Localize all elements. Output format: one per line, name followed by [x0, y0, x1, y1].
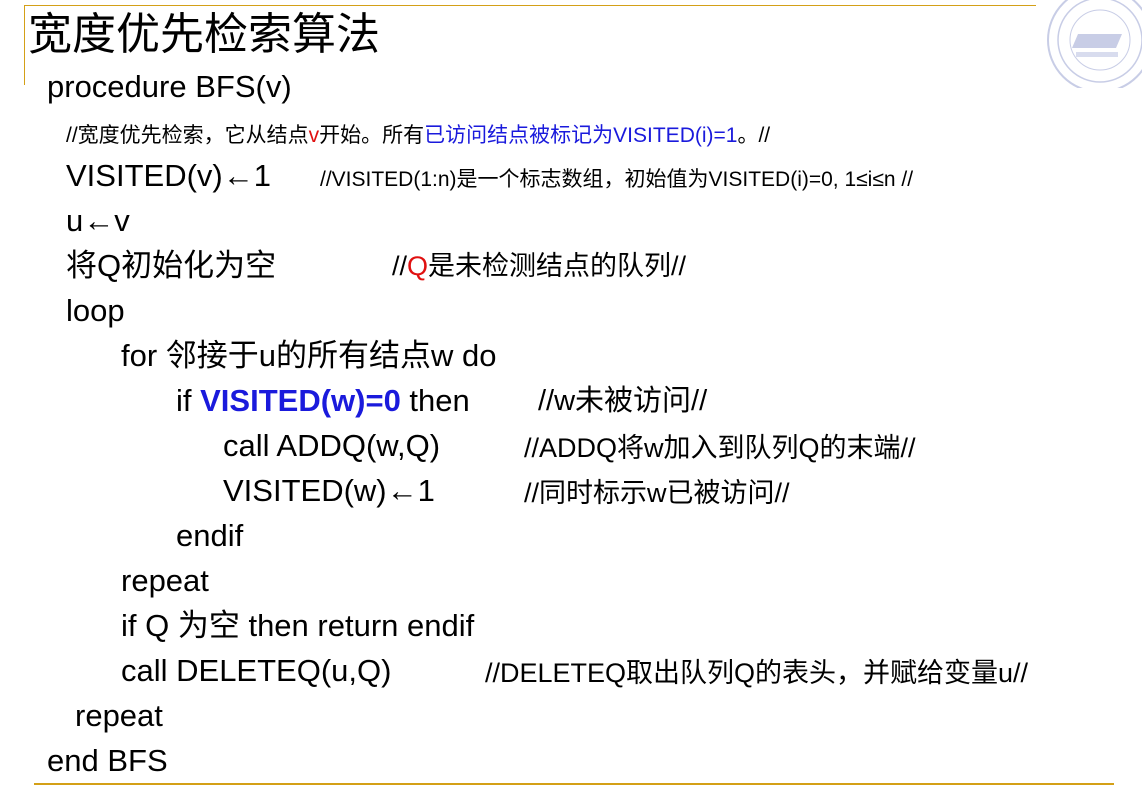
university-seal-icon: [1040, 0, 1142, 88]
if-condition: VISITED(w)=0: [200, 383, 401, 418]
queue-comment-post: 是未检测结点的队列//: [428, 251, 687, 281]
addq-comment: //ADDQ将w加入到队列Q的末端//: [524, 433, 916, 463]
addq-code: call ADDQ(w,Q): [223, 428, 441, 463]
queue-init-comment: //Q是未检测结点的队列//: [392, 248, 686, 284]
deleteq-code: call DELETEQ(u,Q): [121, 653, 392, 688]
queue-comment-q: Q: [407, 251, 429, 281]
repeat-outer-line: repeat: [75, 698, 163, 733]
page-title: 宽度优先检索算法: [28, 9, 380, 60]
description-part1: //宽度优先检索，它从结点: [66, 124, 309, 147]
u-assign-line: u←v: [66, 203, 130, 238]
description-part3: 。//: [737, 124, 771, 147]
end-line: end BFS: [47, 743, 168, 778]
title-left-rule: [24, 5, 25, 85]
deleteq-comment: //DELETEQ取出队列Q的表头，并赋给变量u//: [485, 658, 1029, 688]
description-comment: //宽度优先检索，它从结点v开始。所有已访问结点被标记为VISITED(i)=1…: [66, 118, 770, 154]
queue-comment-pre: //: [392, 251, 408, 281]
if-line: if VISITED(w)=0 then: [176, 383, 470, 419]
if-keyword: if: [176, 383, 201, 418]
visited-init-code: VISITED(v)←1: [66, 158, 271, 193]
loop-line: loop: [66, 293, 125, 328]
if-comment: //w未被访问//: [538, 385, 708, 417]
for-line: for 邻接于u的所有结点w do: [121, 338, 497, 373]
endif-line: endif: [176, 518, 244, 553]
repeat-inner-line: repeat: [121, 563, 209, 598]
description-highlight: 已访问结点被标记为VISITED(i)=1: [424, 124, 738, 147]
queue-init-code: 将Q初始化为空: [66, 248, 277, 283]
procedure-line: procedure BFS(v): [47, 69, 292, 104]
mark-visited-comment: //同时标示w已被访问//: [524, 478, 790, 508]
bottom-rule: [34, 783, 1114, 785]
mark-visited-code: VISITED(w)←1: [223, 473, 435, 508]
if-then: then: [400, 383, 470, 418]
if-empty-line: if Q 为空 then return endif: [121, 608, 475, 643]
visited-init-comment: //VISITED(1:n)是一个标志数组，初始值为VISITED(i)=0, …: [320, 168, 914, 191]
description-part2: 开始。所有: [319, 124, 425, 147]
description-v: v: [308, 124, 320, 147]
